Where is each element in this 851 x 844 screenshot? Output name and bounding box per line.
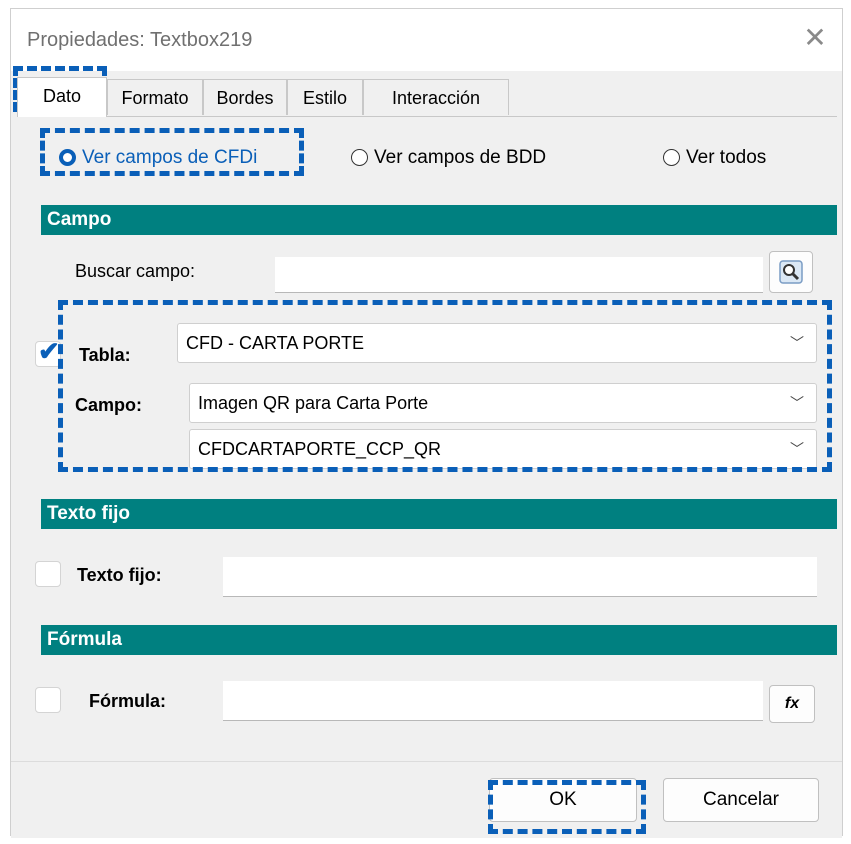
dialog-button-bar: OK Cancelar: [11, 761, 842, 838]
formula-label: Fórmula:: [89, 691, 167, 711]
radio-checked-icon: [59, 149, 76, 166]
tab-dato[interactable]: Dato: [17, 77, 107, 117]
radio-label: Ver campos de BDD: [374, 147, 547, 168]
tab-formato[interactable]: Formato: [107, 79, 203, 115]
radio-unchecked-icon: [663, 149, 680, 166]
cancel-button[interactable]: Cancelar: [663, 778, 819, 822]
radio-unchecked-icon: [351, 149, 368, 166]
chevron-down-icon: ﹀: [790, 335, 804, 351]
campo-select[interactable]: Imagen QR para Carta Porte ﹀: [189, 383, 817, 423]
tabla-select-value: CFD - CARTA PORTE: [186, 333, 365, 353]
formula-checkbox[interactable]: [35, 687, 61, 713]
checkmark-icon: ✔: [38, 336, 60, 366]
campo-code-value: CFDCARTAPORTE_CCP_QR: [198, 439, 442, 459]
radio-ver-campos-cfdi[interactable]: Ver campos de CFDi: [59, 147, 257, 169]
window-title: Propiedades: Textbox219: [27, 29, 253, 51]
radio-label: Ver campos de CFDi: [82, 147, 258, 168]
tab-estilo[interactable]: Estilo: [287, 79, 363, 115]
search-button[interactable]: [769, 251, 813, 293]
texto-fijo-input[interactable]: [223, 557, 817, 597]
chevron-down-icon: ﹀: [790, 441, 804, 457]
radio-ver-campos-bdd[interactable]: Ver campos de BDD: [351, 147, 546, 169]
chevron-down-icon: ﹀: [790, 395, 804, 411]
search-input[interactable]: [275, 257, 763, 293]
tabla-select[interactable]: CFD - CARTA PORTE ﹀: [177, 323, 817, 363]
section-header-texto-fijo: Texto fijo: [41, 499, 837, 529]
texto-fijo-checkbox[interactable]: [35, 561, 61, 587]
radio-ver-todos[interactable]: Ver todos: [663, 147, 766, 169]
search-label: Buscar campo:: [75, 261, 196, 281]
radio-label: Ver todos: [686, 147, 767, 168]
title-bar: Propiedades: Textbox219 ✕: [11, 9, 842, 71]
close-icon[interactable]: ✕: [800, 23, 830, 53]
campo-select-value: Imagen QR para Carta Porte: [198, 393, 429, 413]
section-header-formula: Fórmula: [41, 625, 837, 655]
campo-code-select[interactable]: CFDCARTAPORTE_CCP_QR ﹀: [189, 429, 817, 469]
formula-input[interactable]: [223, 681, 763, 721]
section-header-campo: Campo: [41, 205, 837, 235]
campo-label: Campo:: [75, 395, 142, 415]
magnifier-icon: [779, 260, 803, 284]
dato-tab-panel: Ver campos de CFDi Ver campos de BDD Ver…: [17, 116, 837, 757]
tab-bordes[interactable]: Bordes: [203, 79, 287, 115]
tabla-label: Tabla:: [79, 345, 131, 365]
ok-button[interactable]: OK: [489, 778, 637, 822]
tabla-checkbox[interactable]: ✔: [35, 336, 61, 367]
texto-fijo-label: Texto fijo:: [77, 565, 162, 585]
properties-dialog: Propiedades: Textbox219 ✕ Dato Formato B…: [10, 8, 843, 838]
formula-fx-button[interactable]: fx: [769, 685, 815, 723]
tab-interaccion[interactable]: Interacción: [363, 79, 509, 115]
